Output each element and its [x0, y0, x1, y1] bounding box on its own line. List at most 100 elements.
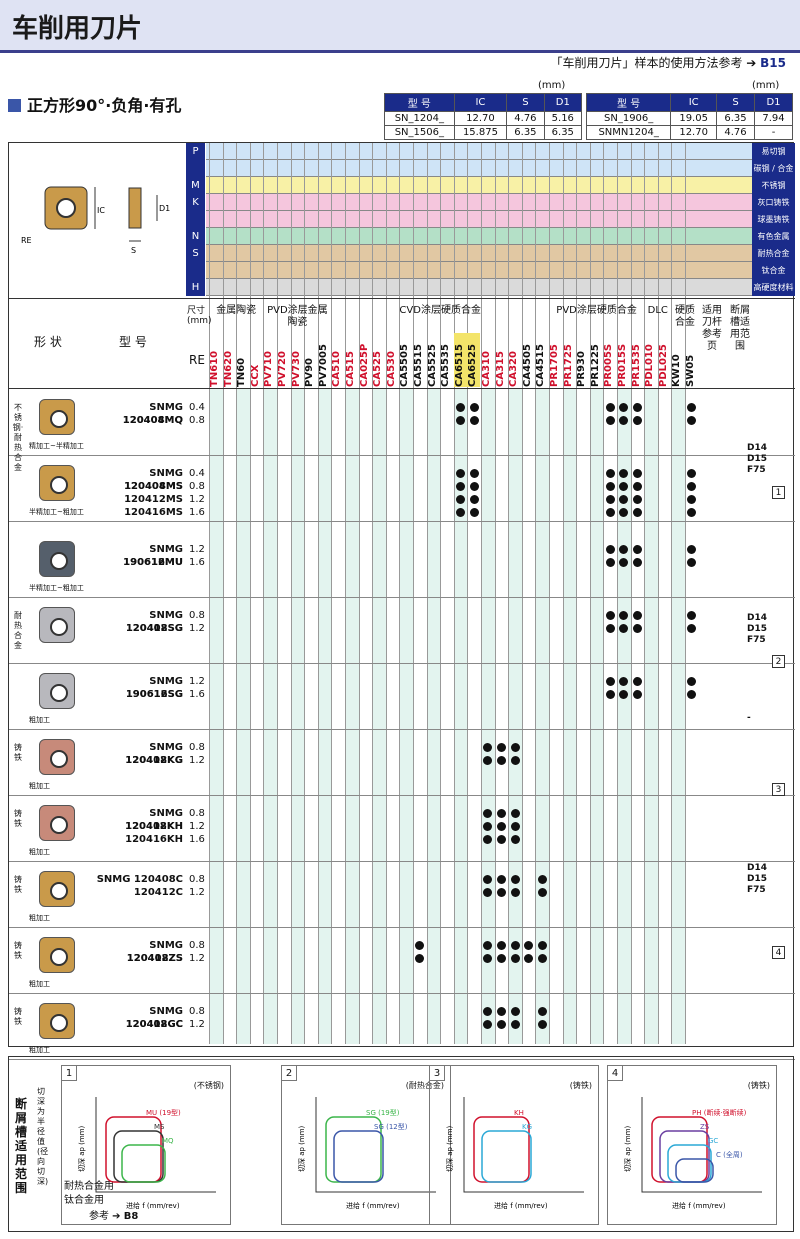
column-line	[508, 143, 510, 1044]
material-letter: N	[186, 228, 206, 245]
model-header: 型 号	[119, 335, 147, 349]
column-line	[603, 143, 605, 1044]
grade-column	[222, 389, 237, 1044]
grade-column	[399, 389, 413, 1044]
column-line	[290, 143, 292, 1044]
insert-caption: 粗加工	[29, 782, 50, 790]
re-value: 0.4	[189, 468, 205, 479]
grade-label: PR1705	[549, 344, 560, 387]
grade-column	[426, 389, 441, 1044]
x-axis-label: 进给 f (mm/rev)	[346, 1201, 400, 1210]
chip-range-region	[333, 1130, 384, 1183]
grade-label: CA025P	[358, 343, 370, 387]
re-value: 0.8	[189, 808, 205, 819]
column-line	[222, 143, 224, 1044]
column-line	[345, 143, 346, 1044]
grade-column	[657, 389, 672, 1044]
re-value: 0.8	[189, 610, 205, 621]
material-letter	[186, 160, 206, 177]
row-separator	[9, 795, 795, 796]
work-material-label: 铸铁	[14, 809, 22, 828]
column-line	[331, 143, 333, 1044]
column-header-bottom	[9, 388, 795, 389]
re-value: 1.2	[189, 494, 205, 505]
chip-range-index: 3	[772, 783, 785, 796]
material-name: 碳钢 / 合金钢	[752, 160, 795, 190]
insert-image	[39, 465, 75, 501]
y-axis-label: 切深 ap (mm)	[445, 1125, 454, 1172]
material-name: 灰口铸铁	[752, 194, 795, 211]
column-line	[481, 143, 482, 1044]
chip-range-index: 2	[772, 655, 785, 668]
insert-image	[39, 541, 75, 577]
re-value: 1.2	[189, 755, 205, 766]
model-code: 120412MS	[124, 494, 183, 505]
material-letter: P	[186, 143, 206, 160]
model-code: 120416KH	[125, 834, 183, 845]
grade-label: CCX	[249, 364, 261, 387]
availability-dot	[469, 469, 479, 478]
grade-column	[331, 389, 345, 1044]
availability-dot	[632, 403, 642, 412]
grade-grid: IC D1 S RE P 易切钢碳钢 / 合金钢 M 不锈钢 K 灰口铸铁球墨铸铁 N 有色金…	[8, 142, 795, 1060]
unit-label: (mm)	[538, 80, 566, 91]
re-value: 0.8	[189, 742, 205, 753]
material-name: 钛合金	[752, 262, 795, 279]
header-divider	[9, 298, 795, 299]
re-value: 1.2	[189, 887, 205, 898]
grade-column	[576, 389, 590, 1044]
re-value: 1.2	[189, 821, 205, 832]
column-line	[209, 143, 210, 1044]
row-separator	[9, 927, 795, 928]
grade-label: CA515	[345, 351, 356, 387]
chip-range-region	[667, 1144, 712, 1183]
model-code: 120412KH	[125, 821, 183, 832]
chip-range-label: GC	[708, 1137, 718, 1145]
re-value: 0.8	[189, 415, 205, 426]
size-header: 尺寸(mm)	[187, 306, 212, 326]
column-line	[617, 143, 618, 1044]
panel-note: (铸铁)	[569, 1081, 592, 1090]
column-line	[549, 143, 550, 1044]
x-axis-label: 进给 f (mm/rev)	[672, 1201, 726, 1210]
holder-ref-page: -	[747, 713, 751, 723]
material-name: 有色金属	[752, 228, 795, 245]
label-d1: D1	[159, 204, 170, 213]
grade-label: PDL025	[657, 344, 669, 387]
model-code: 190616SG	[125, 689, 183, 700]
model-code: 120412ZS	[126, 953, 183, 964]
work-material-label: 铸铁	[14, 1007, 22, 1026]
availability-dot	[605, 482, 615, 491]
re-value: 1.2	[189, 953, 205, 964]
chip-range-index: 4	[772, 946, 785, 959]
work-material-label: 耐热合金	[14, 611, 22, 650]
availability-dot	[510, 1007, 520, 1016]
panel-note: (铸铁)	[747, 1081, 770, 1090]
chip-range-title: 断屑槽适用范围	[15, 1097, 28, 1195]
material-name: 易切钢	[752, 143, 795, 160]
availability-dot	[496, 1007, 506, 1016]
aux-header: 断屑槽适用范围	[730, 305, 750, 352]
insert-caption: 粗加工	[29, 914, 50, 922]
grade-label: TN610	[209, 350, 220, 387]
availability-dot	[632, 482, 642, 491]
availability-dot	[510, 743, 520, 752]
insert-image	[39, 871, 75, 907]
header-rule	[0, 50, 800, 53]
grade-label: TN60	[236, 357, 248, 387]
column-line	[385, 143, 387, 1044]
panel-number: 4	[607, 1065, 623, 1081]
grade-column	[304, 389, 318, 1044]
availability-dot	[496, 954, 506, 963]
model-code: SNMG 120408C	[96, 874, 183, 885]
x-axis-label: 进给 f (mm/rev)	[126, 1201, 180, 1210]
grade-label: CA5525	[426, 344, 438, 387]
re-value: 1.2	[189, 676, 205, 687]
grade-label: PR930	[576, 351, 588, 387]
grade-column	[236, 389, 250, 1044]
panel-number: 3	[429, 1065, 445, 1081]
grade-label: PR1225	[589, 344, 601, 387]
availability-dot	[469, 495, 479, 504]
model-code: 120408MQ	[122, 415, 183, 426]
material-letter: S	[186, 245, 206, 262]
